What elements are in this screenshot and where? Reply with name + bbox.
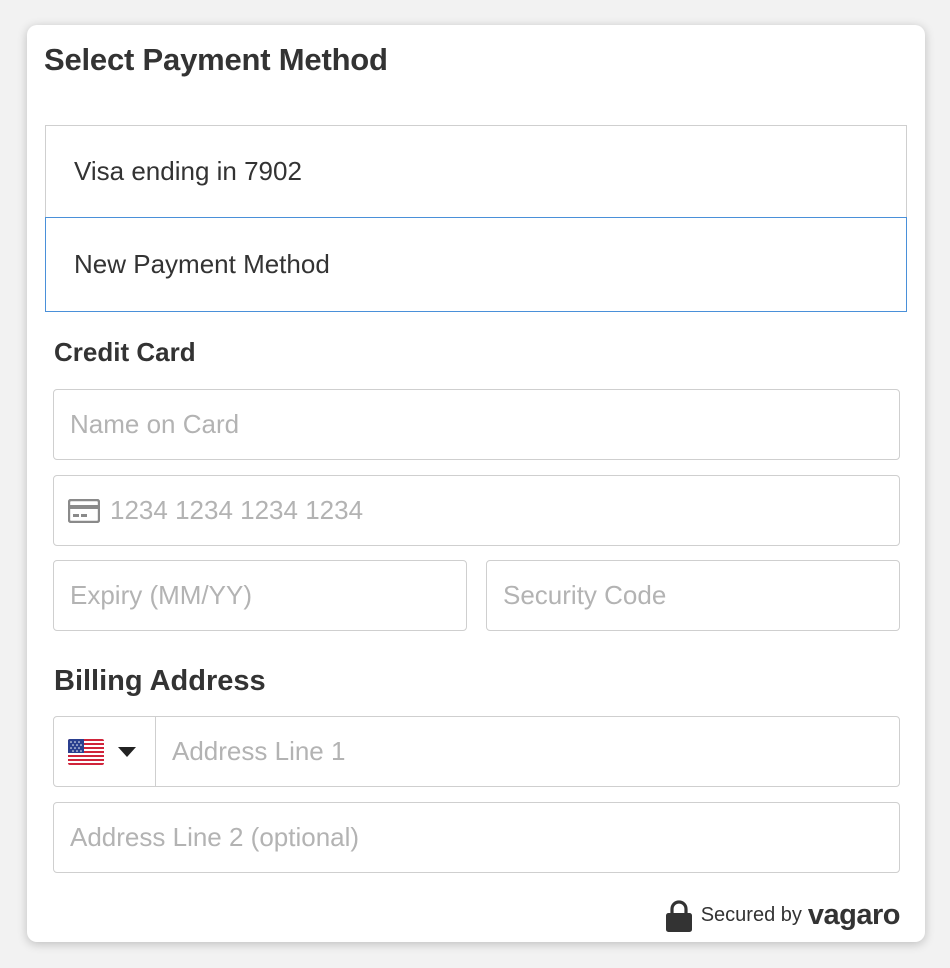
page-title: Select Payment Method [44,42,388,77]
address-line1-field [53,716,900,787]
security-code-field [486,560,900,631]
credit-card-icon [68,498,100,523]
country-select[interactable] [54,717,156,786]
vagaro-logo: vagaro [807,899,901,931]
address-line1-input[interactable] [156,717,899,786]
secured-by-badge: Secured by vagaro [665,899,901,932]
lock-icon [665,899,692,932]
billing-address-heading: Billing Address [54,665,266,697]
expiry-input[interactable] [54,561,466,630]
card-number-field [53,475,900,546]
credit-card-heading: Credit Card [54,337,196,367]
payment-method-label: New Payment Method [74,249,330,279]
address-line2-field [53,802,900,873]
payment-card: Select Payment Method Visa ending in 790… [27,25,925,942]
chevron-down-icon [118,746,136,757]
us-flag-icon [68,738,104,765]
address-line2-input[interactable] [54,803,899,872]
payment-method-visa[interactable]: Visa ending in 7902 [45,125,907,217]
expiry-field [53,560,467,631]
payment-method-list: Visa ending in 7902 New Payment Method [45,125,907,312]
payment-method-new[interactable]: New Payment Method [45,217,907,312]
name-on-card-input[interactable] [54,390,899,459]
payment-method-label: Visa ending in 7902 [74,156,302,186]
name-on-card-field [53,389,900,460]
security-code-input[interactable] [487,561,899,630]
secured-text: Secured by [700,904,802,926]
card-number-input[interactable] [100,476,899,545]
